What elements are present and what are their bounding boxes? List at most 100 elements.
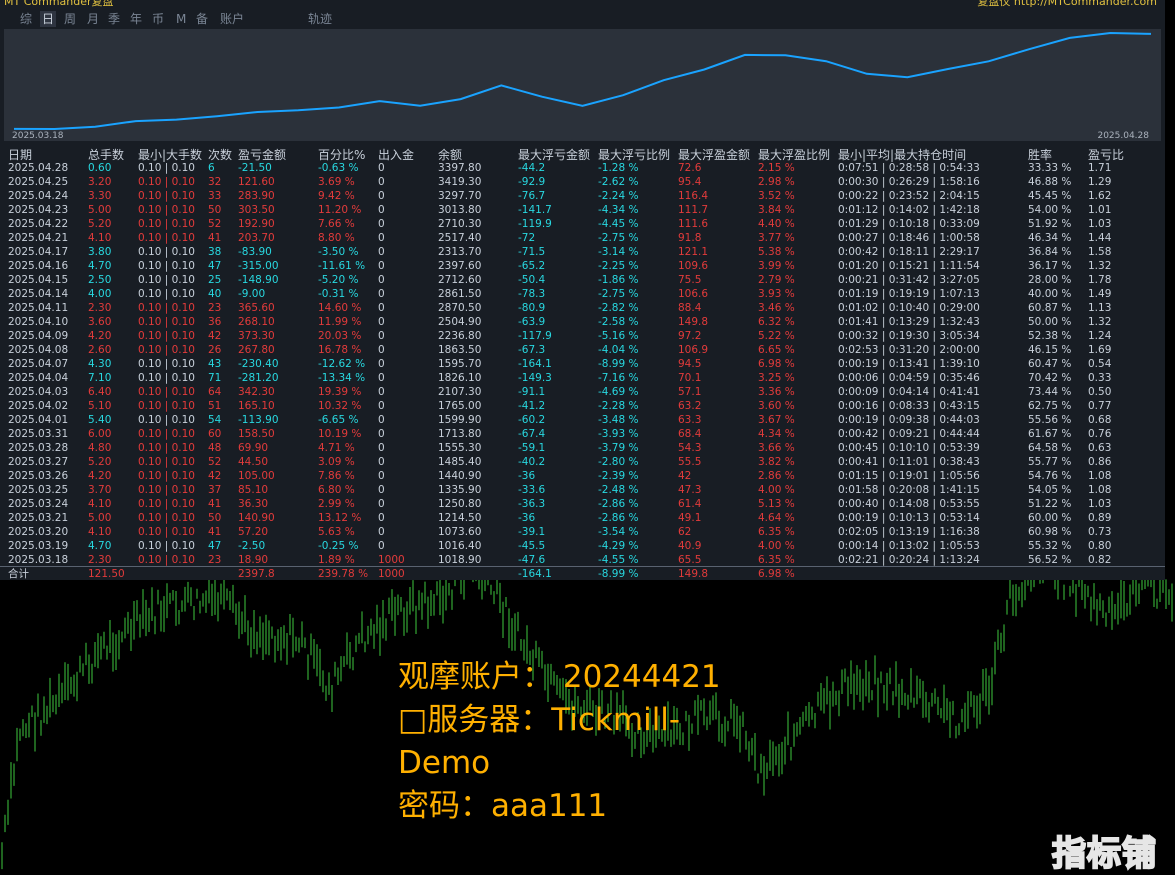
table-row[interactable]: 2025.04.22 5.20 0.10 | 0.10 52 192.90 7.66 % 0… (4, 217, 1164, 231)
table-row[interactable]: 2025.03.27 5.20 0.10 | 0.10 52 44.50 3.09 % 0 1… (4, 455, 1164, 469)
table-cell: 203.70 (238, 232, 275, 244)
tab-3[interactable]: 月 (87, 11, 99, 27)
table-row[interactable]: 2025.04.23 5.00 0.10 | 0.10 50 303.50 11.20 %… (4, 203, 1164, 217)
table-row[interactable]: 2025.03.26 4.20 0.10 | 0.10 42 105.00 7.86 % 0… (4, 469, 1164, 483)
table-row[interactable]: 2025.04.28 0.60 0.10 | 0.10 6 -21.50 -0.63 % 0… (4, 161, 1164, 175)
table-cell: -9.00 (238, 288, 266, 300)
table-row[interactable]: 2025.04.09 4.20 0.10 | 0.10 42 373.30 20.03 %… (4, 329, 1164, 343)
table-cell: 342.30 (238, 386, 275, 398)
table-row[interactable]: 2025.04.24 3.30 0.10 | 0.10 33 283.90 9.42 % 0… (4, 189, 1164, 203)
total-cell: 121.50 (88, 568, 125, 580)
table-row[interactable]: 2025.03.20 4.10 0.10 | 0.10 41 57.20 5.63 % 0 1… (4, 525, 1164, 539)
table-row[interactable]: 2025.04.21 4.10 0.10 | 0.10 41 203.70 8.80 % 0… (4, 231, 1164, 245)
table-cell: 7.66 % (318, 218, 355, 230)
table-cell: 121.1 (678, 246, 709, 258)
table-row[interactable]: 2025.03.21 5.00 0.10 | 0.10 50 140.90 13.12 %… (4, 511, 1164, 525)
table-cell: 1.01 (1088, 204, 1112, 216)
table-cell: 50 (208, 204, 222, 216)
table-cell: 0 (378, 330, 385, 342)
table-row[interactable]: 2025.04.07 4.30 0.10 | 0.10 43 -230.40 -12.62… (4, 357, 1164, 371)
table-row[interactable]: 2025.03.18 2.30 0.10 | 0.10 23 18.90 1.89 % 10… (4, 553, 1164, 567)
table-row[interactable]: 2025.04.17 3.80 0.10 | 0.10 38 -83.90 -3.50 %… (4, 245, 1164, 259)
table-cell: 0.10 | 0.10 (138, 512, 195, 524)
table-cell: 1.62 (1088, 190, 1112, 202)
tab-8[interactable]: 备 (196, 11, 208, 27)
table-row[interactable]: 2025.04.25 3.20 0.10 | 0.10 32 121.60 3.69 % 0… (4, 175, 1164, 189)
table-row[interactable]: 2025.03.28 4.80 0.10 | 0.10 48 69.90 4.71 % 0 1… (4, 441, 1164, 455)
table-row[interactable]: 2025.03.31 6.00 0.10 | 0.10 60 158.50 10.19 %… (4, 427, 1164, 441)
table-cell: 0 (378, 246, 385, 258)
table-row[interactable]: 2025.04.08 2.60 0.10 | 0.10 26 267.80 16.78 %… (4, 343, 1164, 357)
table-cell: 64 (208, 386, 222, 398)
tab-10[interactable]: 轨迹 (308, 11, 332, 27)
table-cell: 3419.30 (438, 176, 482, 188)
table-row[interactable]: 2025.04.16 4.70 0.10 | 0.10 47 -315.00 -11.61… (4, 259, 1164, 273)
table-row[interactable]: 2025.04.01 5.40 0.10 | 0.10 54 -113.90 -6.65 … (4, 413, 1164, 427)
table-row[interactable]: 2025.04.02 5.10 0.10 | 0.10 51 165.10 10.32 %… (4, 399, 1164, 413)
table-cell: -12.62 % (318, 358, 366, 370)
total-cell: 合计 (8, 568, 29, 580)
table-cell: -3.93 % (598, 428, 639, 440)
table-cell: 13.12 % (318, 512, 362, 524)
table-cell: 95.4 (678, 176, 702, 188)
table-cell: 0.10 | 0.10 (138, 484, 195, 496)
table-cell: 2025.03.20 (8, 526, 69, 538)
table-row[interactable]: 2025.04.15 2.50 0.10 | 0.10 25 -148.90 -5.20 … (4, 273, 1164, 287)
table-cell: 106.9 (678, 344, 709, 356)
table-cell: -2.82 % (598, 302, 639, 314)
table-cell: 0.10 | 0.10 (138, 190, 195, 202)
table-cell: -3.14 % (598, 246, 639, 258)
tab-0[interactable]: 综 (20, 11, 32, 27)
table-cell: -59.1 (518, 442, 546, 454)
table-cell: 2.86 % (758, 470, 795, 482)
table-cell: 54.76 % (1028, 470, 1072, 482)
table-cell: 5.20 (88, 456, 112, 468)
tab-2[interactable]: 周 (64, 11, 76, 27)
tab-4[interactable]: 季 (108, 11, 120, 27)
table-cell: 6.80 % (318, 484, 355, 496)
table-row[interactable]: 2025.03.25 3.70 0.10 | 0.10 37 85.10 6.80 % 0 1… (4, 483, 1164, 497)
table-row[interactable]: 2025.04.04 7.10 0.10 | 0.10 71 -281.20 -13.34… (4, 371, 1164, 385)
table-cell: -2.24 % (598, 190, 639, 202)
table-row[interactable]: 2025.03.24 4.10 0.10 | 0.10 41 36.30 2.99 % 0 1… (4, 497, 1164, 511)
table-cell: 97.2 (678, 330, 702, 342)
table-cell: 1595.70 (438, 358, 482, 370)
tab-6[interactable]: 币 (152, 11, 164, 27)
table-cell: -117.9 (518, 330, 552, 342)
table-cell: 2025.03.31 (8, 428, 69, 440)
overlay-server-cont: Demo (398, 745, 491, 781)
table-row[interactable]: 2025.04.14 4.00 0.10 | 0.10 40 -9.00 -0.31 % 0… (4, 287, 1164, 301)
table-row[interactable]: 2025.04.10 3.60 0.10 | 0.10 36 268.10 11.99 %… (4, 315, 1164, 329)
table-cell: 36 (208, 316, 222, 328)
tab-9[interactable]: 账户 (220, 11, 244, 27)
table-row[interactable]: 2025.03.19 4.70 0.10 | 0.10 47 -2.50 -0.25 % 0… (4, 539, 1164, 553)
table-cell: 40.00 % (1028, 288, 1072, 300)
table-cell: 365.60 (238, 302, 275, 314)
table-row[interactable]: 2025.04.03 6.40 0.10 | 0.10 64 342.30 19.39 %… (4, 385, 1164, 399)
table-cell: -4.55 % (598, 554, 639, 566)
table-cell: -78.3 (518, 288, 546, 300)
table-cell: 158.50 (238, 428, 275, 440)
table-cell: 267.80 (238, 344, 275, 356)
table-cell: 3.36 % (758, 386, 795, 398)
table-cell: 2025.04.15 (8, 274, 69, 286)
table-cell: -6.65 % (318, 414, 359, 426)
table-cell: -164.1 (518, 358, 552, 370)
table-cell: 0.76 (1088, 428, 1112, 440)
app-link[interactable]: 复盘仪 http://MTCommander.com (977, 0, 1157, 8)
tab-1[interactable]: 日 (40, 11, 57, 27)
table-cell: 0.10 | 0.10 (138, 344, 195, 356)
table-cell: -0.25 % (318, 540, 359, 552)
table-cell: 268.10 (238, 316, 275, 328)
table-cell: 51 (208, 400, 222, 412)
table-cell: 62.75 % (1028, 400, 1072, 412)
table-cell: -2.62 % (598, 176, 639, 188)
table-cell: 6.35 % (758, 526, 795, 538)
tab-7[interactable]: M (176, 11, 186, 27)
table-cell: -3.48 % (598, 414, 639, 426)
tab-5[interactable]: 年 (130, 11, 142, 27)
table-cell: 1.58 (1088, 246, 1112, 258)
table-cell: -4.34 % (598, 204, 639, 216)
table-row[interactable]: 2025.04.11 2.30 0.10 | 0.10 23 365.60 14.60 %… (4, 301, 1164, 315)
table-cell: -71.5 (518, 246, 546, 258)
